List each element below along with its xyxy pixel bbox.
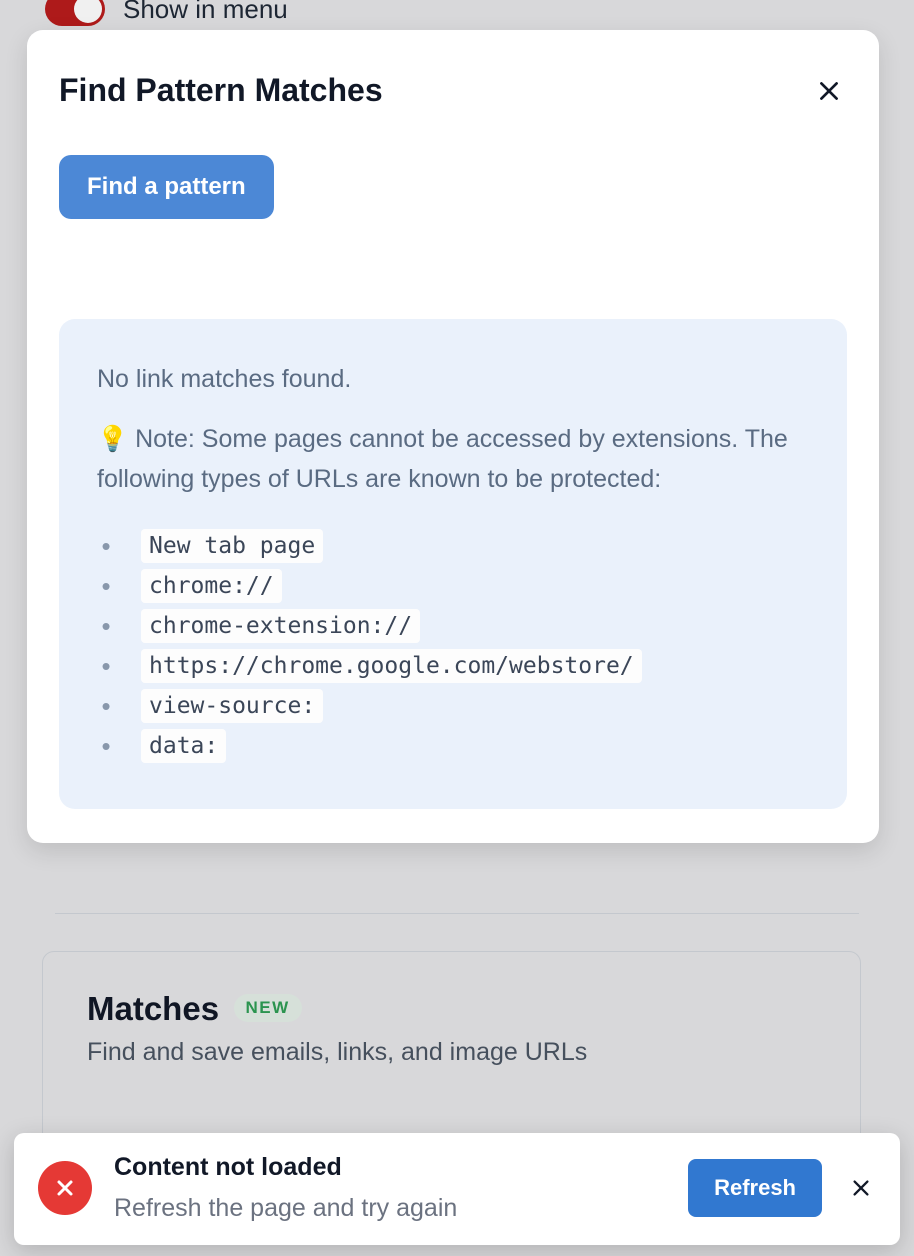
toast: Content not loaded Refresh the page and … <box>14 1133 900 1245</box>
toast-close-button[interactable] <box>846 1173 876 1203</box>
modal-title: Find Pattern Matches <box>59 72 383 109</box>
list-item: New tab page <box>97 529 809 563</box>
list-item: chrome-extension:// <box>97 609 809 643</box>
protected-url-list: New tab page chrome:// chrome-extension:… <box>97 529 809 763</box>
protected-url-item: data: <box>141 729 226 763</box>
protected-url-item: chrome:// <box>141 569 282 603</box>
toast-subtitle: Refresh the page and try again <box>114 1194 666 1223</box>
protected-url-item: https://chrome.google.com/webstore/ <box>141 649 642 683</box>
close-icon <box>816 78 842 104</box>
list-item: https://chrome.google.com/webstore/ <box>97 649 809 683</box>
toast-title: Content not loaded <box>114 1153 666 1182</box>
list-item: view-source: <box>97 689 809 723</box>
error-icon <box>38 1161 92 1215</box>
no-matches-text: No link matches found. <box>97 359 809 399</box>
info-box: No link matches found. 💡 Note: Some page… <box>59 319 847 809</box>
protected-url-item: view-source: <box>141 689 323 723</box>
protected-url-item: chrome-extension:// <box>141 609 420 643</box>
note-text: 💡 Note: Some pages cannot be accessed by… <box>97 419 809 499</box>
list-item: data: <box>97 729 809 763</box>
close-icon <box>850 1177 872 1199</box>
protected-url-item: New tab page <box>141 529 323 563</box>
find-pattern-modal: Find Pattern Matches Find a pattern No l… <box>27 30 879 843</box>
list-item: chrome:// <box>97 569 809 603</box>
find-pattern-button[interactable]: Find a pattern <box>59 155 274 219</box>
modal-close-button[interactable] <box>811 73 847 109</box>
refresh-button[interactable]: Refresh <box>688 1159 822 1217</box>
